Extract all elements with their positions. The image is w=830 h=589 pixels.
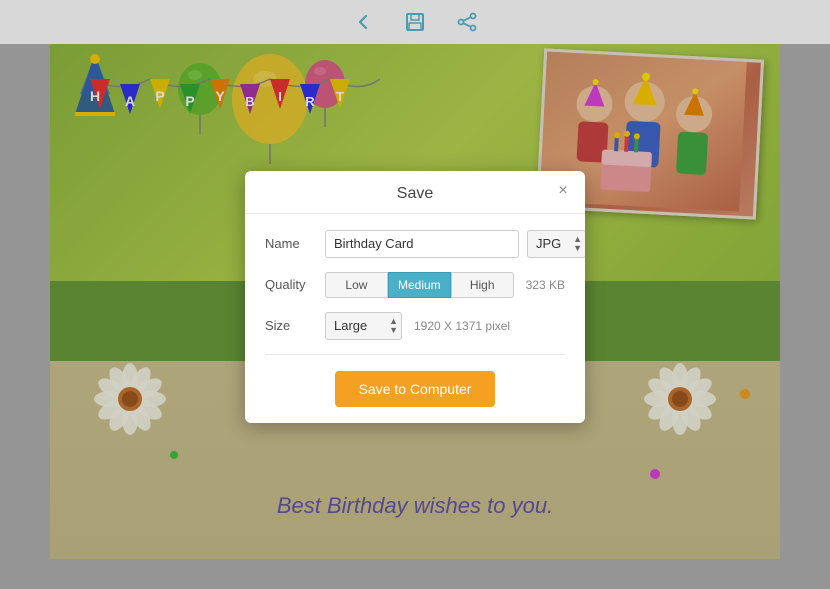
dialog-divider <box>265 354 565 355</box>
share-icon[interactable] <box>451 6 483 38</box>
save-dialog: Save × Name JPG PNG ▲ ▼ <box>245 171 585 423</box>
format-select[interactable]: JPG PNG <box>527 230 585 258</box>
toolbar <box>0 0 830 44</box>
name-input[interactable] <box>325 230 519 258</box>
quality-low-button[interactable]: Low <box>325 272 388 298</box>
back-button[interactable] <box>347 6 379 38</box>
save-to-computer-button[interactable]: Save to Computer <box>335 371 495 407</box>
size-row: Size Small Medium Large ▲ ▼ 1920 X 1371 … <box>265 312 565 340</box>
close-button[interactable]: × <box>553 181 573 201</box>
name-label: Name <box>265 236 325 251</box>
size-selector: Small Medium Large ▲ ▼ <box>325 312 402 340</box>
format-selector: JPG PNG ▲ ▼ <box>527 230 585 258</box>
quality-label: Quality <box>265 277 325 292</box>
size-select[interactable]: Small Medium Large <box>325 312 402 340</box>
dialog-body: Name JPG PNG ▲ ▼ Quality Low <box>245 214 585 423</box>
name-row: Name JPG PNG ▲ ▼ <box>265 230 565 258</box>
dialog-header: Save × <box>245 171 585 214</box>
modal-overlay: Save × Name JPG PNG ▲ ▼ <box>0 44 830 589</box>
size-label: Size <box>265 318 325 333</box>
size-dimensions: 1920 X 1371 pixel <box>414 319 510 333</box>
quality-high-button[interactable]: High <box>451 272 514 298</box>
file-size: 323 KB <box>526 278 565 292</box>
dialog-title: Save <box>397 185 433 202</box>
quality-medium-button[interactable]: Medium <box>388 272 451 298</box>
save-icon[interactable] <box>399 6 431 38</box>
quality-group: Low Medium High <box>325 272 514 298</box>
quality-row: Quality Low Medium High 323 KB <box>265 272 565 298</box>
